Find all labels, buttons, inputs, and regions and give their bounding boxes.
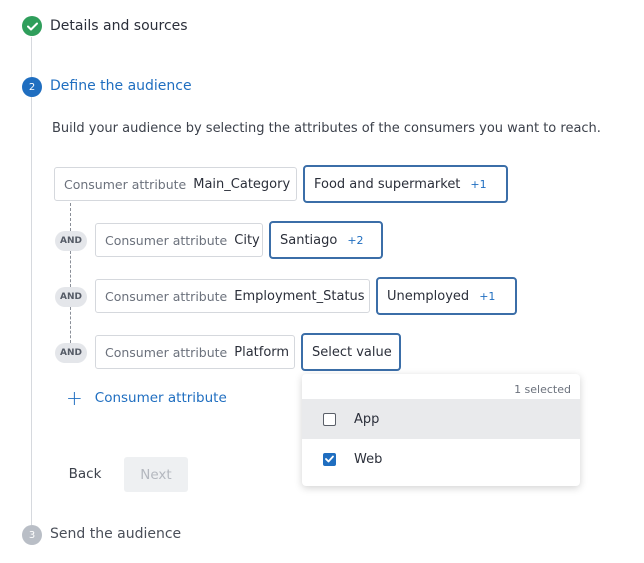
step-number-badge: 2 — [22, 77, 42, 97]
and-connector-badge: AND — [55, 287, 87, 307]
attribute-prefix: Consumer attribute — [105, 344, 228, 360]
check-icon — [325, 455, 334, 463]
value-placeholder: Select value — [312, 344, 392, 360]
value-select-main-category[interactable]: Food and supermarket +1 — [303, 165, 508, 203]
connector-line — [70, 307, 71, 343]
check-icon — [26, 22, 38, 30]
value-label: Food and supermarket — [314, 176, 461, 192]
audience-builder: Details and sources 2 Define the audienc… — [0, 0, 644, 563]
and-connector-badge: AND — [55, 231, 87, 251]
attribute-name: City — [234, 232, 260, 248]
extra-count-badge: +2 — [347, 233, 364, 247]
option-label: Web — [354, 451, 383, 467]
value-label: Unemployed — [387, 288, 470, 304]
stepper-rail-lower — [31, 97, 32, 525]
next-button[interactable]: Next — [124, 457, 188, 492]
attribute-prefix: Consumer attribute — [105, 232, 228, 248]
connector-line — [70, 251, 71, 287]
option-label: App — [354, 411, 380, 427]
option-web[interactable]: Web — [302, 439, 580, 479]
step-complete-badge — [22, 16, 42, 36]
audience-description: Build your audience by selecting the att… — [52, 121, 601, 136]
value-select-employment-status[interactable]: Unemployed +1 — [376, 277, 517, 315]
back-button[interactable]: Back — [55, 457, 115, 491]
attribute-prefix: Consumer attribute — [64, 176, 187, 192]
attribute-prefix: Consumer attribute — [105, 288, 228, 304]
attribute-select-main-category[interactable]: Consumer attribute Main_Category — [54, 167, 297, 201]
step-define-the-audience: Define the audience — [50, 78, 192, 94]
value-select-city[interactable]: Santiago +2 — [269, 221, 383, 259]
selected-count: 1 selected — [514, 383, 571, 396]
attribute-name: Platform — [234, 344, 290, 360]
checkbox-checked[interactable] — [323, 452, 336, 466]
option-app[interactable]: App — [302, 399, 580, 439]
attribute-name: Main_Category — [193, 176, 291, 192]
checkbox-unchecked[interactable] — [323, 412, 336, 426]
plus-icon: + — [66, 386, 83, 410]
step-send-the-audience: Send the audience — [50, 526, 182, 542]
attribute-name: Employment_Status — [234, 288, 365, 304]
platform-value-dropdown: 1 selected App Web — [302, 374, 580, 486]
attribute-select-city[interactable]: Consumer attribute City — [95, 223, 263, 257]
add-consumer-attribute-button[interactable]: + Consumer attribute — [66, 386, 227, 410]
step-details-and-sources[interactable]: Details and sources — [50, 16, 188, 36]
attribute-select-employment-status[interactable]: Consumer attribute Employment_Status — [95, 279, 370, 313]
extra-count-badge: +1 — [479, 289, 496, 303]
value-select-platform[interactable]: Select value — [301, 333, 401, 371]
attribute-select-platform[interactable]: Consumer attribute Platform — [95, 335, 295, 369]
connector-line — [70, 203, 71, 231]
extra-count-badge: +1 — [470, 177, 487, 191]
stepper-rail-upper — [31, 37, 32, 77]
and-connector-badge: AND — [55, 343, 87, 363]
step-number-badge: 3 — [22, 525, 42, 545]
value-label: Santiago — [280, 232, 338, 248]
add-attribute-label: Consumer attribute — [94, 390, 227, 406]
